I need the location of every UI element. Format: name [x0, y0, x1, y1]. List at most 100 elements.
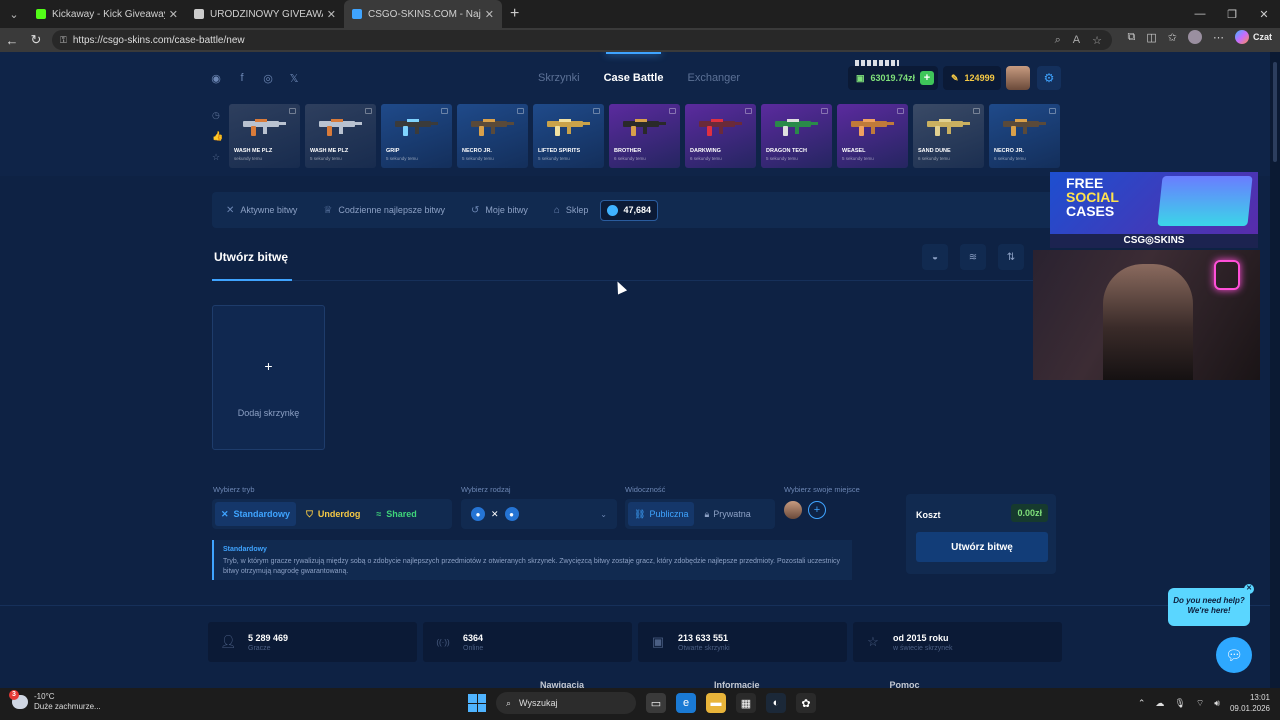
- chat-launcher-button[interactable]: 💬︎: [1216, 637, 1252, 673]
- help-bubble[interactable]: Do you need help? We're here! ✕: [1168, 584, 1254, 626]
- weather-widget[interactable]: 3 -10°C Duże zachmurze...: [9, 690, 101, 712]
- close-tab-icon[interactable]: ✕: [485, 8, 494, 21]
- tab-active-battles[interactable]: ✕ Aktywne bitwy: [226, 205, 297, 216]
- wifi-icon[interactable]: ⌔: [1196, 698, 1204, 709]
- volume-icon[interactable]: 🔊︎: [1214, 698, 1220, 709]
- tab-daily-best-battles[interactable]: ♕ Codzienne najlepsze bitwy: [323, 205, 445, 216]
- split-screen-icon[interactable]: ◫: [1146, 31, 1156, 44]
- gem-balance-pill[interactable]: 47,684: [600, 199, 658, 221]
- store-icon[interactable]: ▦: [736, 693, 756, 713]
- live-drop-item[interactable]: WASH ME PLZ 5 sekundy temu: [305, 104, 376, 168]
- mode-shared[interactable]: ≈ Shared: [370, 502, 422, 526]
- tab-list-icon[interactable]: ⌄: [0, 0, 28, 28]
- nav-cases[interactable]: Skrzynki: [538, 72, 580, 84]
- start-icon[interactable]: [468, 694, 486, 712]
- task-view-icon[interactable]: ▭: [646, 693, 666, 713]
- new-tab-button[interactable]: +: [510, 5, 519, 23]
- close-tab-icon[interactable]: ✕: [169, 8, 178, 21]
- close-window-icon[interactable]: ✕: [1248, 0, 1280, 28]
- deposit-plus-icon[interactable]: +: [920, 71, 934, 85]
- mic-icon[interactable]: 🎙︎: [1174, 698, 1185, 709]
- mode-description: Standardowy Tryb, w którym gracze rywali…: [212, 540, 852, 580]
- browser-tab[interactable]: CSGO-SKINS.COM - Najlepsze Skr ✕: [344, 0, 502, 28]
- coins-display[interactable]: ✎ 124999: [943, 66, 1001, 90]
- copilot-button[interactable]: Czat: [1234, 30, 1272, 44]
- live-drop-item[interactable]: GRIP 5 sekundy temu: [381, 104, 452, 168]
- discord-icon[interactable]: ◉: [210, 72, 222, 85]
- favorite-icon[interactable]: ☆: [1092, 34, 1102, 47]
- live-drop-item[interactable]: WASH ME PLZ sekundy temu: [229, 104, 300, 168]
- visibility-public[interactable]: ⛓ Publiczna: [628, 502, 695, 526]
- x-icon[interactable]: 𝕏: [288, 72, 300, 85]
- user-avatar[interactable]: [1006, 66, 1030, 90]
- chevron-up-icon[interactable]: ⌃: [1138, 698, 1146, 709]
- mode-standard[interactable]: ✕ Standardowy: [215, 502, 297, 526]
- reload-icon[interactable]: ↻: [24, 32, 48, 48]
- star-outline-icon[interactable]: ☆: [212, 152, 223, 163]
- clock[interactable]: 13:01 09.01.2026: [1230, 692, 1270, 714]
- nav-case-battle[interactable]: Case Battle: [604, 52, 663, 84]
- seat-avatar[interactable]: [784, 501, 802, 519]
- notification-badge: 3: [9, 690, 19, 700]
- close-icon[interactable]: ✕: [1244, 584, 1254, 594]
- page-title: Utwórz bitwę: [214, 250, 288, 264]
- zoom-icon[interactable]: ⌕: [1055, 34, 1061, 47]
- extensions-icon[interactable]: ⧉: [1128, 31, 1136, 44]
- steam-icon[interactable]: ◐: [766, 693, 786, 713]
- mode-underdog[interactable]: ⛉ Underdog: [300, 502, 366, 526]
- live-drop-item[interactable]: LIFTED SPIRITS 5 sekundy temu: [533, 104, 604, 168]
- browser-tab[interactable]: URODZINOWY GIVEAWAY KAMILK ✕: [186, 0, 344, 28]
- kind-dropdown[interactable]: ● ✕ ● ⌄: [461, 499, 617, 529]
- facebook-icon[interactable]: f: [236, 72, 248, 84]
- tab-my-battles[interactable]: ↺ Moje bitwy: [471, 205, 528, 216]
- back-icon[interactable]: ←: [0, 33, 24, 48]
- minimize-icon[interactable]: —: [1184, 0, 1216, 28]
- live-drop-item[interactable]: WEASEL 5 sekundy temu: [837, 104, 908, 168]
- read-aloud-icon[interactable]: A: [1073, 34, 1080, 47]
- site-info-icon[interactable]: ⚿: [60, 35, 67, 46]
- thumbs-up-icon[interactable]: 👍: [212, 131, 223, 142]
- drop-name: SAND DUNE: [918, 148, 951, 154]
- live-filters: ◷ 👍 ☆: [212, 110, 223, 163]
- network-icon[interactable]: ☁: [1155, 698, 1164, 709]
- mode-selector: ✕ Standardowy ⛉ Underdog ≈ Shared: [212, 499, 452, 529]
- live-drop-item[interactable]: SAND DUNE 6 sekundy temu: [913, 104, 984, 168]
- clock-icon[interactable]: ◷: [212, 110, 223, 121]
- battle-subnav: ✕ Aktywne bitwy ♕ Codzienne najlepsze bitw…: [212, 192, 1058, 228]
- profile-avatar[interactable]: [1187, 30, 1202, 44]
- search-icon: ⌕: [506, 697, 512, 708]
- coins-amount: 124999: [964, 73, 995, 83]
- live-drop-item[interactable]: DARKWING 6 sekundy temu: [685, 104, 756, 168]
- maximize-icon[interactable]: ❐: [1216, 0, 1248, 28]
- more-menu-icon[interactable]: ⋯: [1213, 31, 1224, 44]
- visibility-private[interactable]: 🔒︎ Prywatna: [698, 502, 756, 526]
- live-drop-item[interactable]: NECRO JR. 6 sekundy temu: [989, 104, 1060, 168]
- sort-icon[interactable]: ⇅: [998, 244, 1024, 270]
- settings-gear-icon[interactable]: ⚙: [1037, 66, 1061, 90]
- live-drop-item[interactable]: NECRO JR. 5 sekundy temu: [457, 104, 528, 168]
- instagram-icon[interactable]: ◎: [262, 72, 274, 85]
- broadcast-icon: ((·)): [436, 637, 450, 647]
- live-drop-item[interactable]: BROTHER 6 sekundy temu: [609, 104, 680, 168]
- live-drop-item[interactable]: DRAGON TECH 5 sekundy temu: [761, 104, 832, 168]
- favorites-bar-icon[interactable]: ✩: [1168, 31, 1177, 44]
- browser-tab[interactable]: Kickaway - Kick Giveaway Tool ✕: [28, 0, 186, 28]
- case-filter-icon[interactable]: ◒: [922, 244, 948, 270]
- file-explorer-icon[interactable]: ▬: [706, 693, 726, 713]
- edge-icon[interactable]: e: [676, 693, 696, 713]
- stat-card: ▣ 213 633 551 Otwarte skrzynki: [638, 622, 847, 662]
- tab-shop[interactable]: ⌂ Sklep: [554, 205, 589, 216]
- add-case-button[interactable]: + Dodaj skrzynkę: [212, 305, 325, 450]
- layers-icon[interactable]: ≋: [960, 244, 986, 270]
- create-battle-button[interactable]: Utwórz bitwę: [916, 532, 1048, 562]
- close-tab-icon[interactable]: ✕: [327, 8, 336, 21]
- balance-display[interactable]: ▣ 63019.74zł +: [848, 66, 938, 90]
- nav-exchanger[interactable]: Exchanger: [687, 72, 740, 84]
- page-scrollbar[interactable]: [1270, 52, 1280, 688]
- app-icon[interactable]: ✿: [796, 693, 816, 713]
- url-bar[interactable]: ⚿ https://csgo-skins.com/case-battle/new…: [52, 30, 1112, 50]
- footer-info-heading: Informacje: [714, 680, 760, 688]
- taskbar-search[interactable]: ⌕ Wyszukaj: [496, 692, 636, 714]
- live-drops-bar: ◷ 👍 ☆ WASH ME PLZ sekundy temu WASH ME PLZ…: [0, 104, 1270, 176]
- add-seat-button[interactable]: +: [808, 501, 826, 519]
